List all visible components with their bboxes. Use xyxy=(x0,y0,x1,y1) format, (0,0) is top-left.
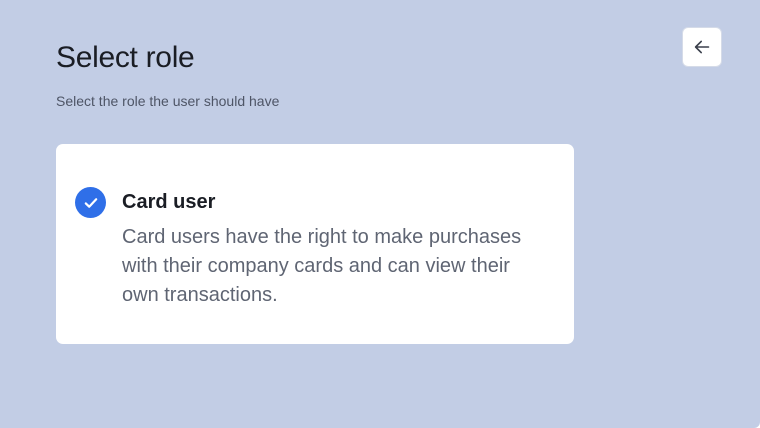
back-button[interactable] xyxy=(682,27,722,67)
page-subtitle: Select the role the user should have xyxy=(56,93,280,109)
role-option-card-user[interactable]: Card user Card users have the right to m… xyxy=(56,144,574,344)
role-description: Card users have the right to make purcha… xyxy=(122,226,522,306)
page-title: Select role xyxy=(56,41,195,74)
role-name: Card user xyxy=(122,191,216,213)
selected-check-icon xyxy=(75,187,106,218)
arrow-left-icon xyxy=(694,40,710,54)
select-role-panel: Select role Select the role the user sho… xyxy=(0,0,760,428)
